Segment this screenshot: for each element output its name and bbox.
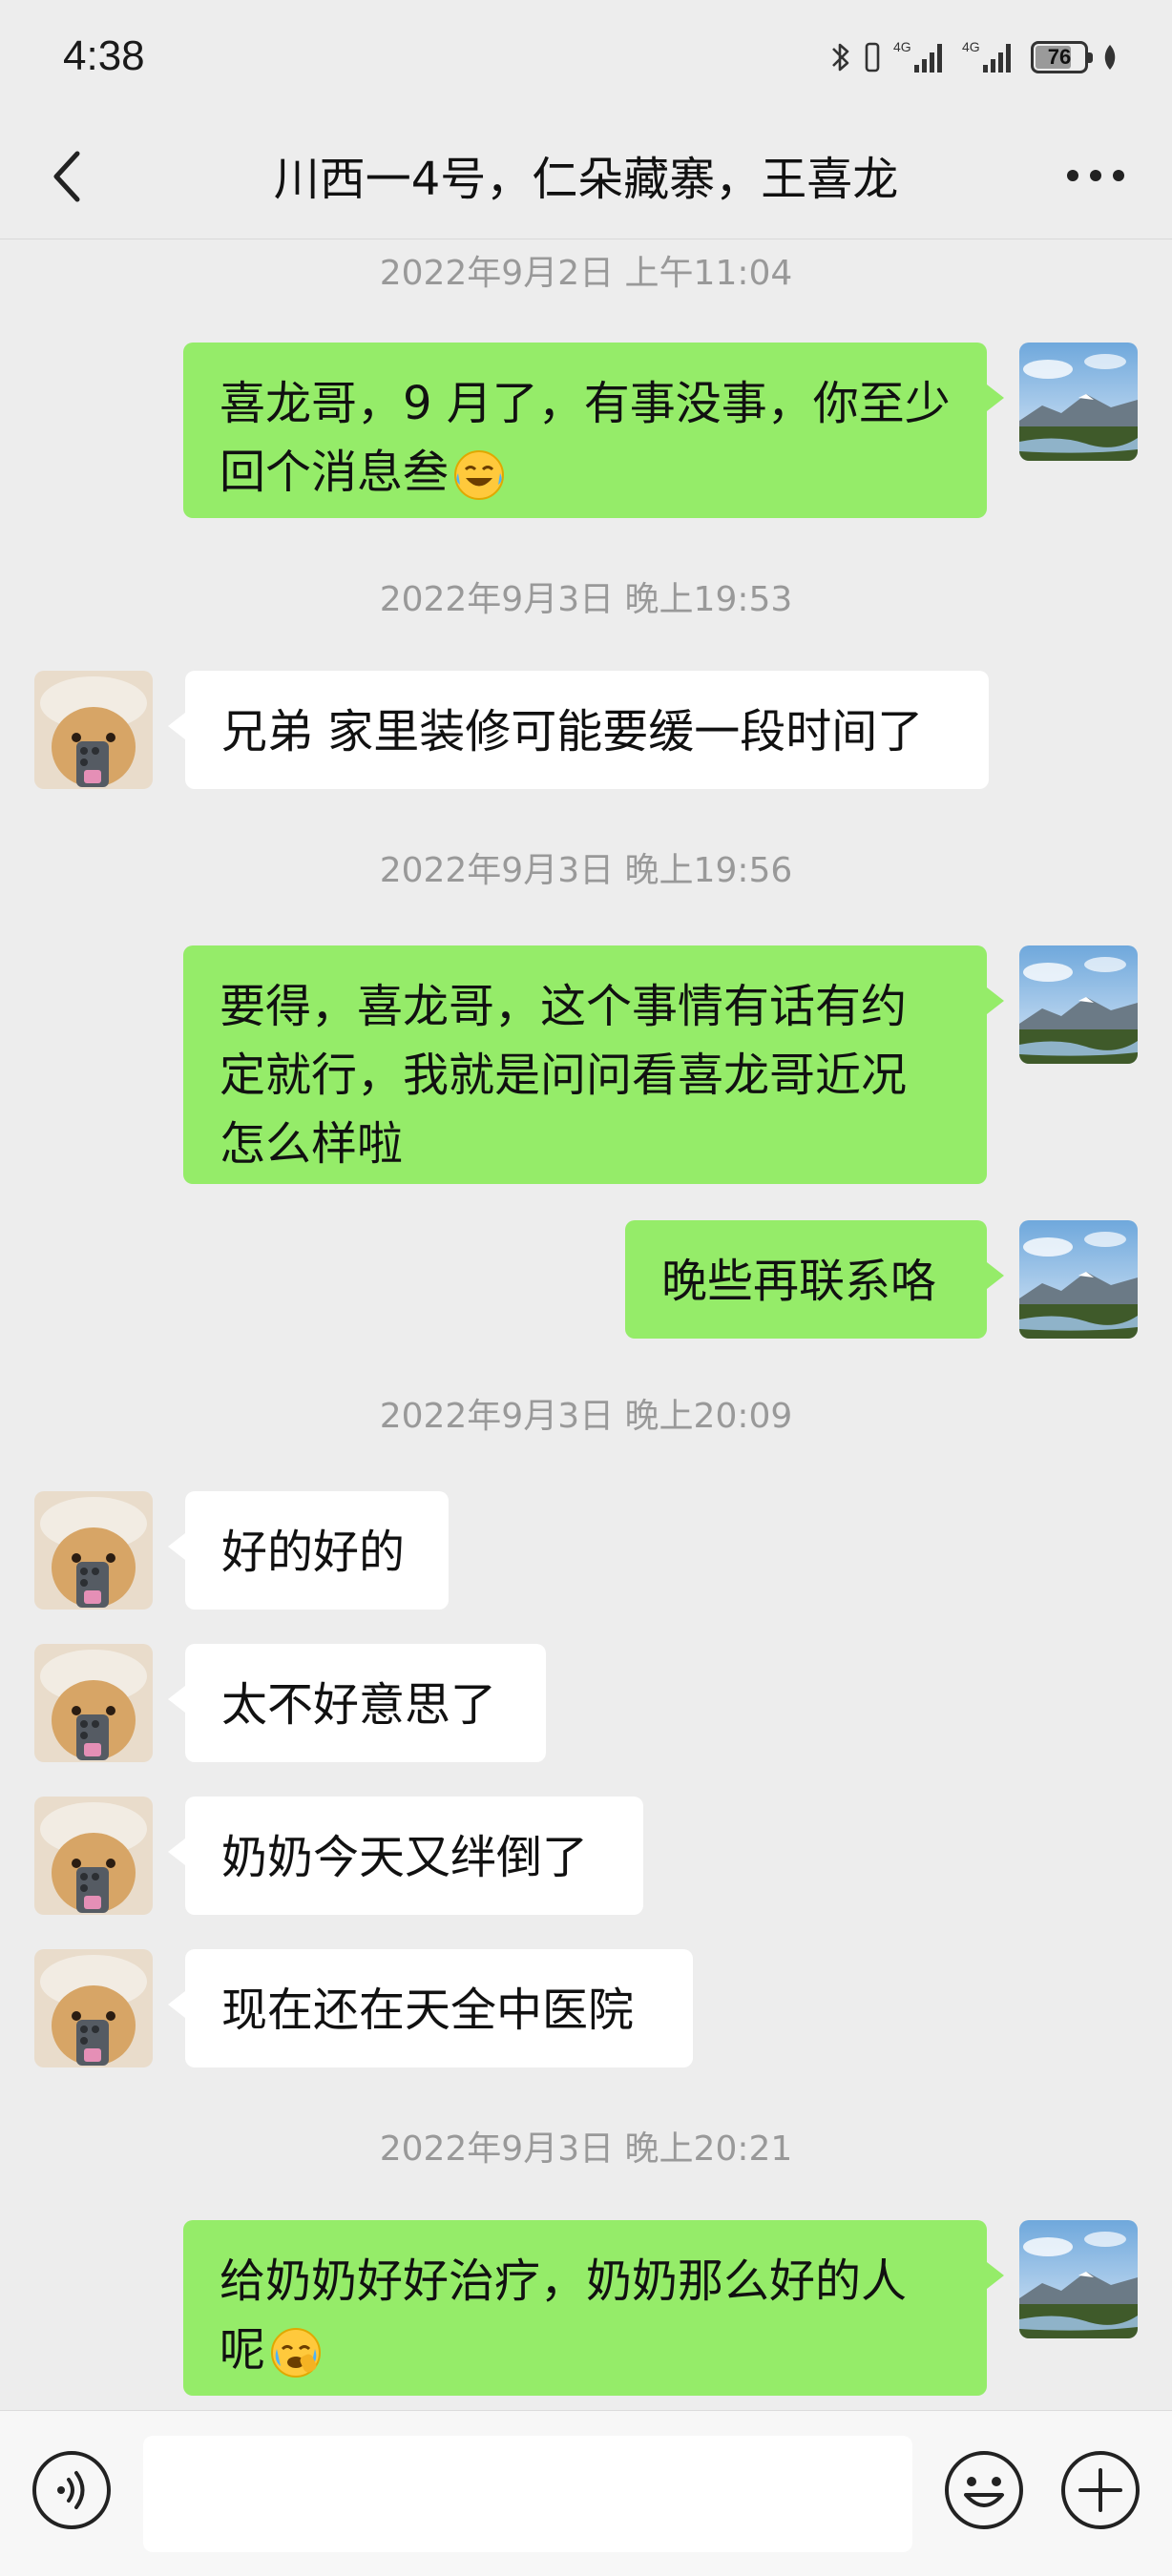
chevron-left-icon [53, 151, 80, 202]
status-icons: 4G 4G 76 [830, 36, 1119, 78]
message-bubble-sent[interactable]: 给奶奶好好治疗，奶奶那么好的人呢 [183, 2220, 1004, 2396]
message-input[interactable] [143, 2436, 912, 2552]
battery-icon: 76 [1031, 41, 1093, 73]
battery-percent: 76 [1047, 45, 1072, 69]
message-timestamp: 2022年9月2日 上午11:04 [379, 254, 793, 293]
message-bubble-sent[interactable]: 晚些再联系咯 [625, 1220, 1004, 1339]
my-avatar[interactable] [1019, 1220, 1138, 1339]
message-bubble-sent[interactable]: 喜龙哥，9 月了，有事没事，你至少回个消息叁 [183, 343, 1004, 518]
status-time: 4:38 [63, 32, 145, 79]
more-dots-icon [1067, 170, 1124, 181]
contact-avatar[interactable] [34, 1797, 153, 1915]
voice-button[interactable] [31, 2449, 113, 2531]
contact-avatar[interactable] [34, 1644, 153, 1762]
emoji-icon [945, 2451, 1023, 2529]
message-text: 太不好意思了 [221, 1678, 497, 1732]
chat-title: 川西一4号，仁朵藏寨，王喜龙 [273, 153, 899, 206]
leaf-icon [1101, 43, 1119, 72]
vibrate-icon [865, 42, 880, 73]
message-timestamp: 2022年9月3日 晚上19:53 [379, 580, 793, 619]
message-text: 要得，喜龙哥，这个事情有话有约定就行，我就是问问看喜龙哥近况怎么样啦 [220, 980, 908, 1171]
my-avatar[interactable] [1019, 2220, 1138, 2338]
message-bubble-sent[interactable]: 要得，喜龙哥，这个事情有话有约定就行，我就是问问看喜龙哥近况怎么样啦 [183, 945, 1004, 1184]
message-text: 晚些再联系咯 [661, 1255, 937, 1308]
bluetooth-icon [830, 40, 851, 74]
chat-header: 川西一4号，仁朵藏寨，王喜龙 [0, 114, 1172, 239]
message-bubble-received[interactable]: 好的好的 [168, 1491, 449, 1610]
network-label-2: 4G [962, 39, 980, 54]
laugh-cry-emoji-icon [452, 448, 506, 502]
more-actions-button[interactable] [1059, 2449, 1141, 2531]
input-bar [0, 2410, 1172, 2576]
status-bar: 4:38 4G 4G 76 [0, 0, 1172, 114]
message-text: 好的好的 [221, 1526, 406, 1579]
signal-icon: 4G [962, 38, 1017, 76]
plus-circle-icon [1061, 2451, 1140, 2529]
message-text: 兄弟 家里装修可能要缓一段时间了 [221, 705, 924, 758]
message-text: 喜龙哥，9 月了，有事没事，你至少回个消息叁 [220, 377, 951, 499]
message-list[interactable]: 2022年9月2日 上午11:04 喜龙哥，9 月了，有事没事，你至少回个消息叁… [0, 239, 1172, 2410]
contact-avatar[interactable] [34, 671, 153, 789]
contact-avatar[interactable] [34, 1949, 153, 2067]
message-timestamp: 2022年9月3日 晚上20:09 [379, 1397, 793, 1436]
message-text: 现在还在天全中医院 [221, 1984, 635, 2037]
message-timestamp: 2022年9月3日 晚上19:56 [379, 851, 793, 890]
voice-icon [32, 2451, 111, 2529]
message-bubble-received[interactable]: 奶奶今天又绊倒了 [168, 1797, 643, 1915]
message-text: 奶奶今天又绊倒了 [221, 1831, 589, 1884]
more-button[interactable] [1057, 147, 1134, 204]
message-bubble-received[interactable]: 太不好意思了 [168, 1644, 546, 1762]
message-bubble-received[interactable]: 现在还在天全中医院 [168, 1949, 693, 2067]
my-avatar[interactable] [1019, 945, 1138, 1064]
contact-avatar[interactable] [34, 1491, 153, 1610]
emoji-button[interactable] [943, 2449, 1025, 2531]
message-timestamp: 2022年9月3日 晚上20:21 [379, 2129, 793, 2169]
back-button[interactable] [34, 143, 101, 210]
my-avatar[interactable] [1019, 343, 1138, 461]
network-label-1: 4G [893, 39, 911, 54]
signal-icon: 4G [893, 38, 949, 76]
crying-laugh-emoji-icon [269, 2326, 323, 2379]
message-bubble-received[interactable]: 兄弟 家里装修可能要缓一段时间了 [168, 671, 989, 789]
